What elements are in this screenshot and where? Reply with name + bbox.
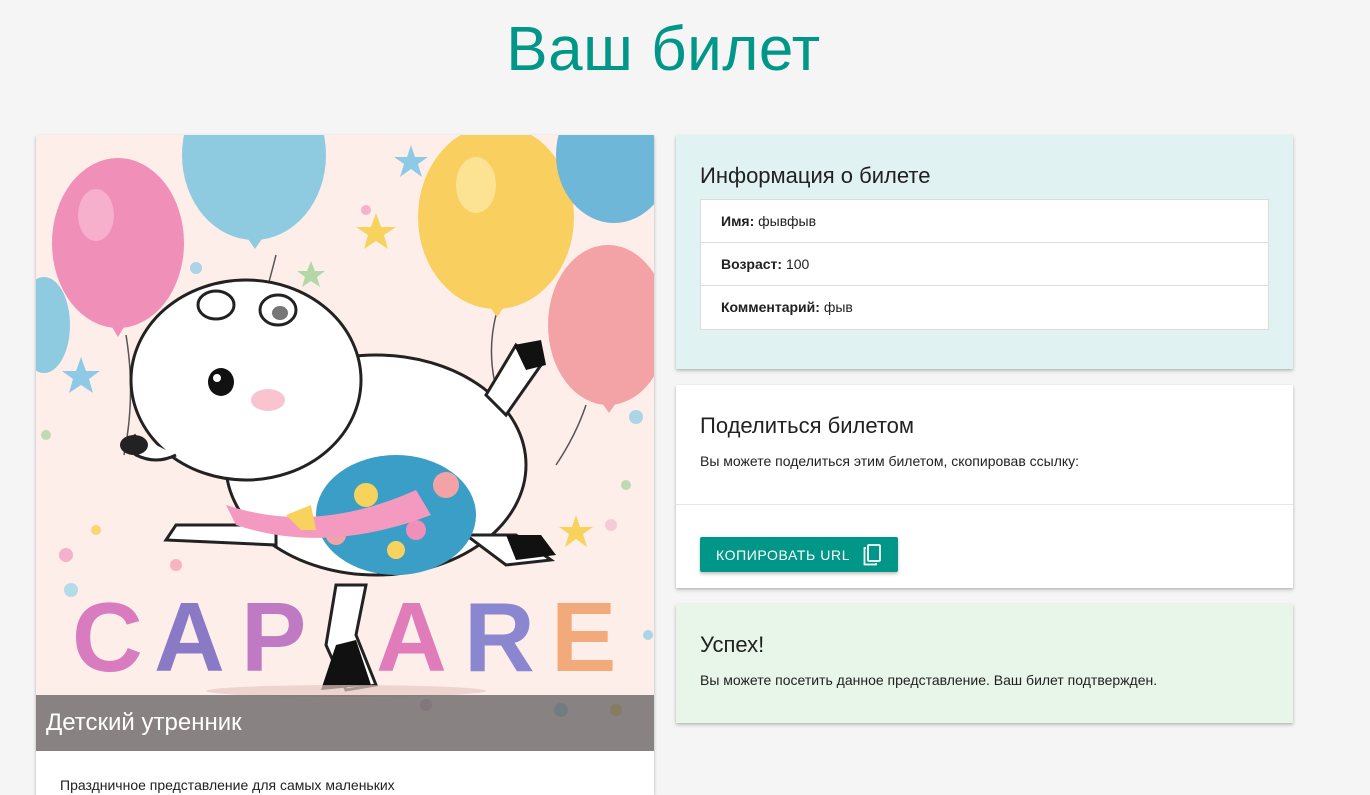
copy-url-button[interactable]: КОПИРОВАТЬ URL xyxy=(700,537,898,572)
svg-text:A: A xyxy=(376,582,447,692)
ticket-info-card: Информация о билете Имя: фывфыв Возраст:… xyxy=(676,135,1293,369)
info-value: 100 xyxy=(785,256,810,272)
event-title-bar: Детский утренник xyxy=(36,695,654,751)
info-label: Имя: xyxy=(721,213,755,229)
info-row-name: Имя: фывфыв xyxy=(701,200,1268,243)
info-row-age: Возраст: 100 xyxy=(701,243,1268,286)
event-card: C A P A R E Детский утренник Праздничное… xyxy=(36,135,654,795)
share-card: Поделиться билетом Вы можете поделиться … xyxy=(676,385,1293,588)
info-row-comment: Комментарий: фыв xyxy=(701,286,1268,329)
share-text: Вы можете поделиться этим билетом, скопи… xyxy=(700,453,1080,469)
page-title: Ваш билет xyxy=(506,15,821,84)
info-label: Комментарий: xyxy=(721,299,820,315)
svg-text:E: E xyxy=(551,582,616,692)
event-description: Праздничное представление для самых мале… xyxy=(60,777,395,793)
svg-text:R: R xyxy=(464,582,535,692)
divider xyxy=(676,504,1293,505)
svg-text:A: A xyxy=(154,582,225,692)
svg-text:C: C xyxy=(72,582,143,692)
copy-url-label: КОПИРОВАТЬ URL xyxy=(716,547,851,563)
info-label: Возраст: xyxy=(721,256,783,272)
event-title: Детский утренник xyxy=(46,709,242,736)
svg-text:P: P xyxy=(241,582,306,692)
share-title: Поделиться билетом xyxy=(700,413,915,438)
ticket-info-title: Информация о билете xyxy=(700,163,931,188)
success-title: Успех! xyxy=(700,632,765,657)
copy-icon xyxy=(863,544,881,566)
info-value: фыв xyxy=(823,299,853,315)
event-poster-image: C A P A R E xyxy=(36,135,654,751)
success-card: Успех! Вы можете посетить данное предста… xyxy=(676,604,1293,723)
info-value: фывфыв xyxy=(758,213,817,229)
ticket-info-list: Имя: фывфыв Возраст: 100 Комментарий: фы… xyxy=(700,199,1269,330)
success-text: Вы можете посетить данное представление.… xyxy=(700,672,1158,688)
